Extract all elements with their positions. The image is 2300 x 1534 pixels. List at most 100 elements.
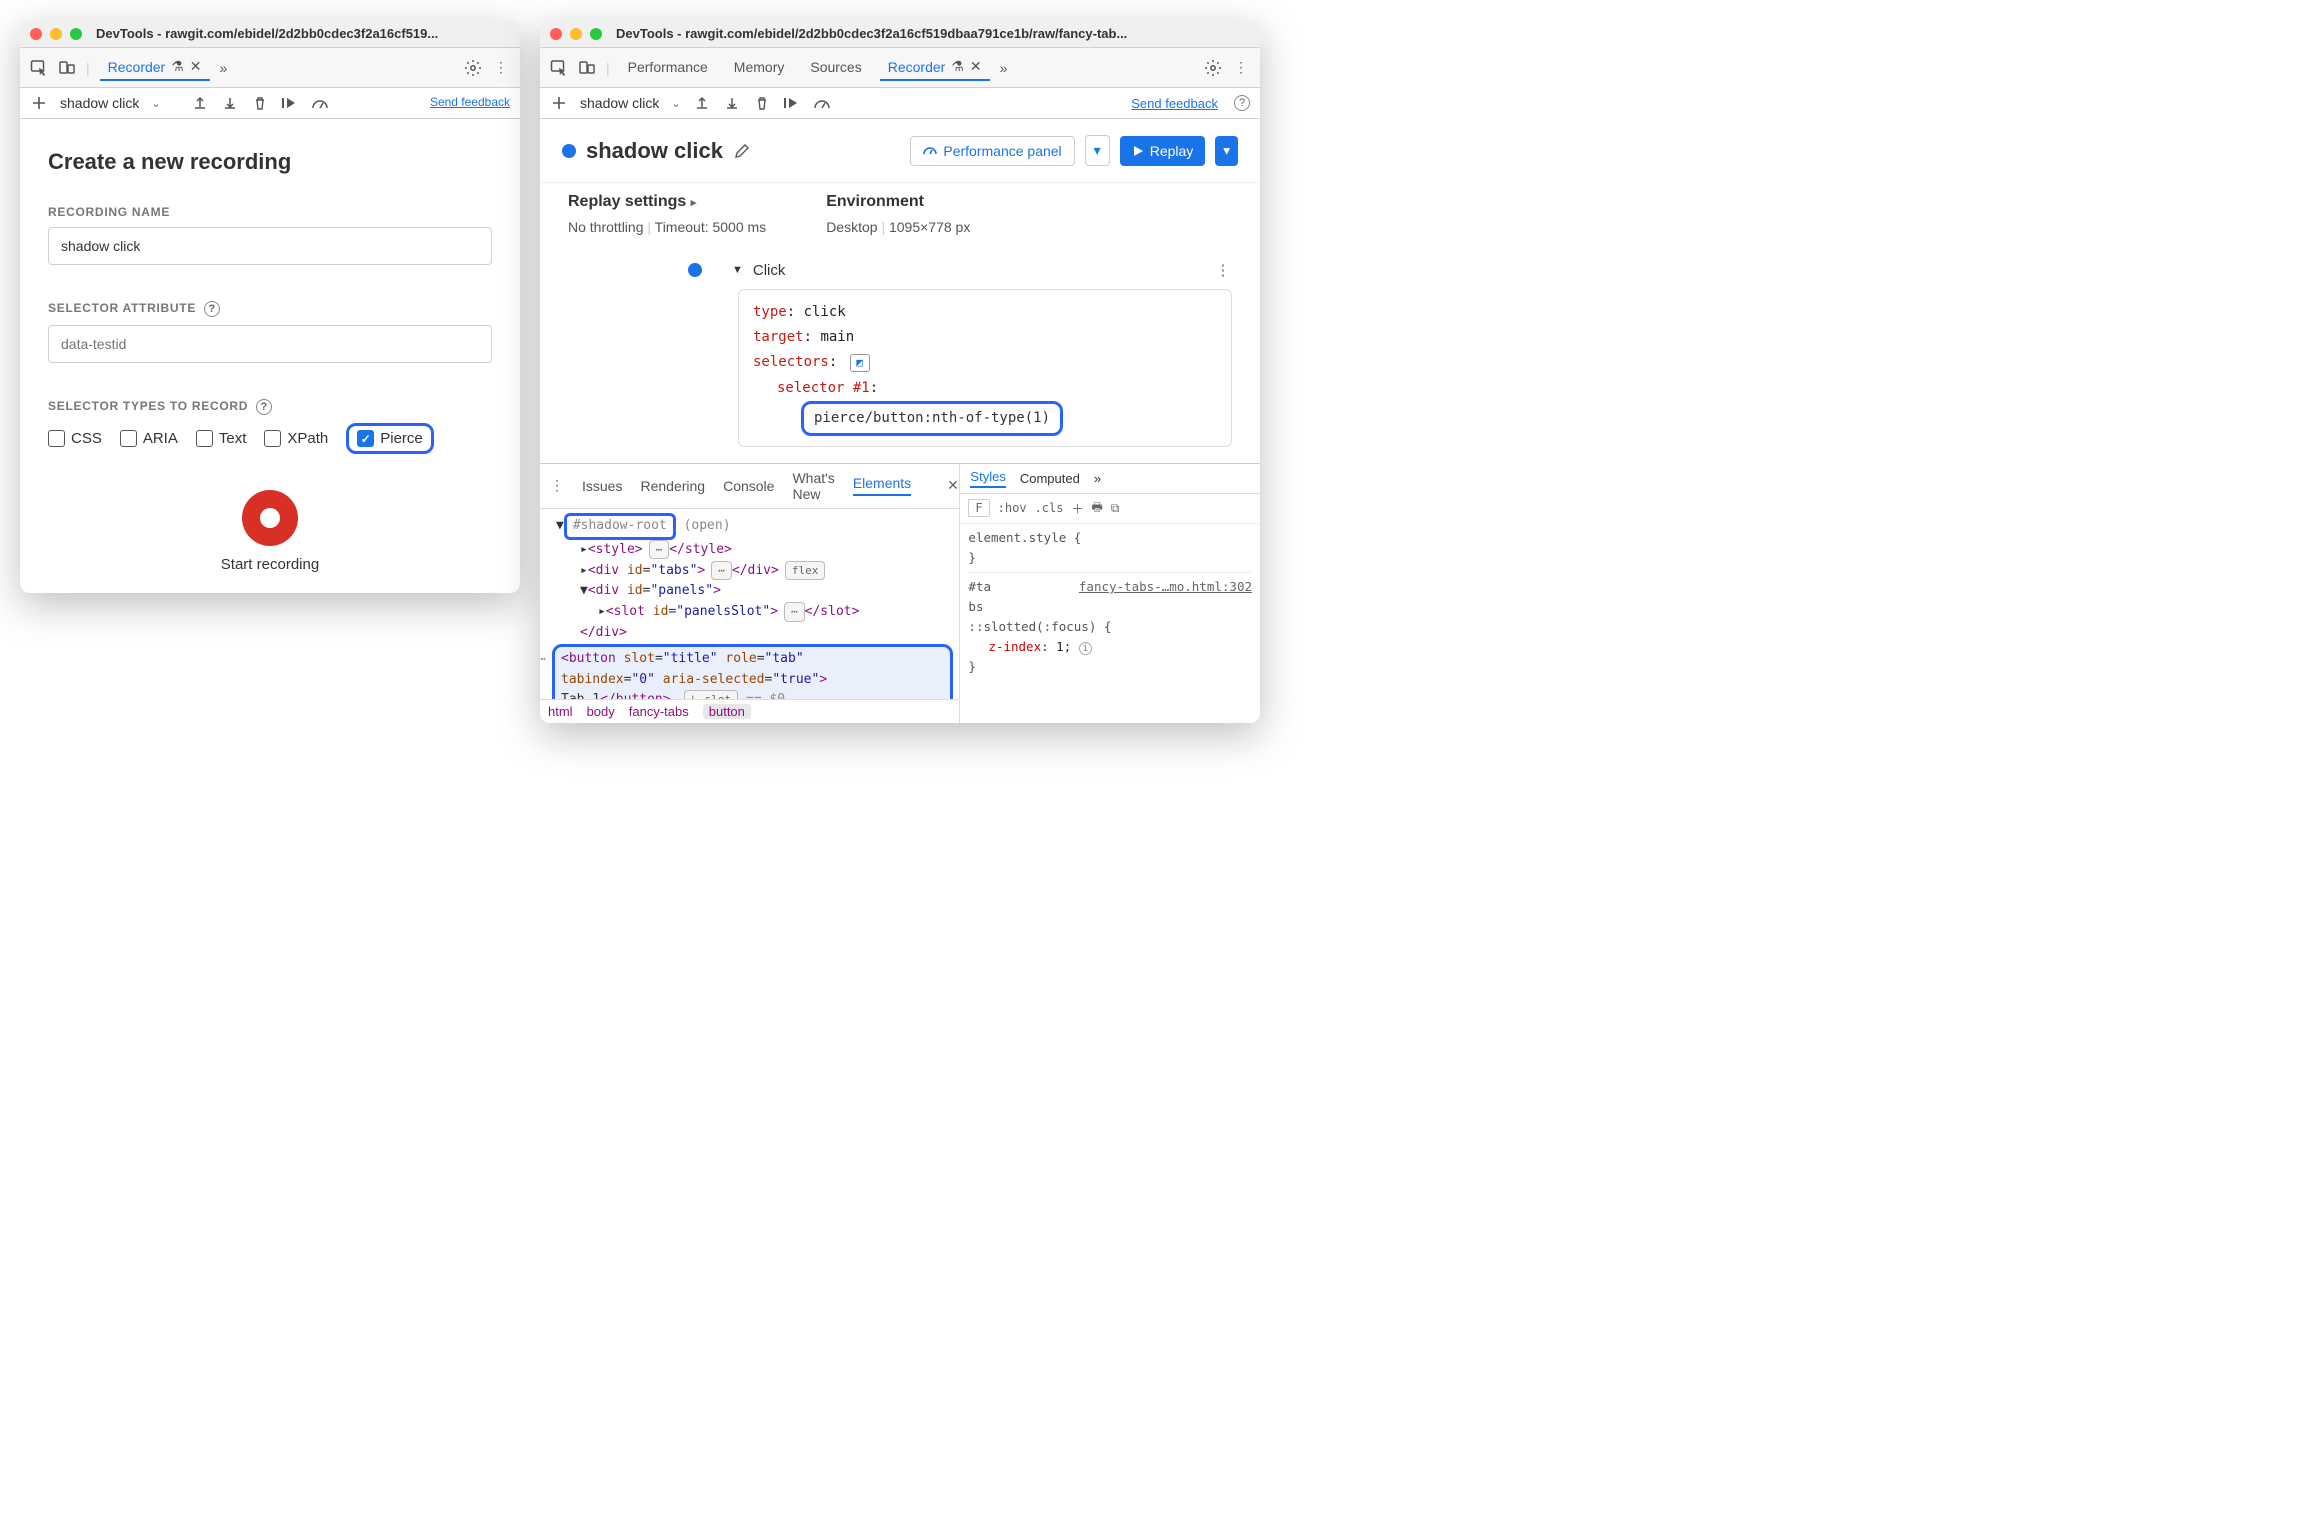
step-header[interactable]: ▼ Click ⋮ [568, 261, 1232, 279]
toggle-panel-icon[interactable]: ⧉ [1111, 501, 1120, 516]
send-feedback-link[interactable]: Send feedback [430, 96, 510, 109]
checkbox-pierce[interactable]: Pierce [357, 430, 423, 447]
more-tabs-icon[interactable]: » [220, 60, 228, 76]
close-tab-icon[interactable]: ✕ [970, 58, 982, 75]
styles-rules[interactable]: element.style { } #ta fancy-tabs-…mo.htm… [960, 524, 1260, 681]
replay-settings-heading[interactable]: Replay settings ▸ [568, 193, 766, 211]
replay-button[interactable]: Replay [1120, 136, 1206, 166]
styles-tabs: Styles Computed » [960, 464, 1260, 494]
drawer-menu-icon[interactable]: ⋮ [550, 477, 564, 494]
shadow-root-badge: #shadow-root [564, 513, 676, 540]
close-window-icon[interactable] [550, 28, 562, 40]
recording-name-input[interactable] [48, 227, 492, 265]
close-window-icon[interactable] [30, 28, 42, 40]
pierce-highlight: Pierce [346, 423, 434, 454]
close-tab-icon[interactable]: ✕ [190, 58, 202, 75]
add-recording-icon[interactable] [30, 94, 48, 112]
tab-computed[interactable]: Computed [1020, 471, 1080, 486]
new-rule-icon[interactable]: ＋ [1071, 500, 1083, 517]
selector-value-highlight[interactable]: pierce/button:nth-of-type(1) [801, 401, 1063, 436]
replay-dropdown[interactable]: ▾ [1215, 136, 1238, 166]
page-heading: Create a new recording [48, 149, 492, 175]
close-drawer-icon[interactable]: ✕ [947, 477, 959, 494]
checkbox-css[interactable]: CSS [48, 430, 102, 447]
step-menu-icon[interactable]: ⋮ [1214, 261, 1232, 279]
speed-icon[interactable] [311, 94, 329, 112]
gear-icon[interactable] [464, 59, 482, 77]
tab-rendering[interactable]: Rendering [640, 478, 705, 494]
kebab-menu-icon[interactable]: ⋮ [492, 59, 510, 76]
slot-badge[interactable]: ↳ slot [684, 690, 738, 699]
selector-types-label: SELECTOR TYPES TO RECORD ? [48, 399, 492, 415]
cls-toggle[interactable]: .cls [1035, 501, 1064, 515]
export-icon[interactable] [693, 94, 711, 112]
import-icon[interactable] [723, 94, 741, 112]
checkbox-xpath[interactable]: XPath [264, 430, 328, 447]
inspect-element-icon[interactable] [30, 59, 48, 77]
devtools-tabstrip: | Recorder ⚗ ✕ » ⋮ [20, 48, 520, 88]
kebab-menu-icon[interactable]: ⋮ [1232, 59, 1250, 76]
hov-toggle[interactable]: :hov [998, 501, 1027, 515]
device-toolbar-icon[interactable] [578, 59, 596, 77]
maximize-window-icon[interactable] [70, 28, 82, 40]
inspect-element-icon[interactable] [550, 59, 568, 77]
step-play-icon[interactable] [281, 94, 299, 112]
performance-panel-button[interactable]: Performance panel [910, 136, 1074, 166]
gear-icon[interactable] [1204, 59, 1222, 77]
more-tabs-icon[interactable]: » [1094, 471, 1101, 486]
tab-recorder[interactable]: Recorder ⚗ ✕ [880, 54, 990, 81]
crumb-fancy-tabs[interactable]: fancy-tabs [629, 704, 689, 719]
more-tabs-icon[interactable]: » [1000, 60, 1008, 76]
add-recording-icon[interactable] [550, 94, 568, 112]
crumb-body[interactable]: body [587, 704, 615, 719]
step-panel: ▼ Click ⋮ type: click target: main selec… [540, 255, 1260, 463]
selector-attribute-section: SELECTOR ATTRIBUTE ? [48, 301, 492, 363]
minimize-window-icon[interactable] [50, 28, 62, 40]
replay-settings-panel: Replay settings ▸ No throttling | Timeou… [540, 182, 1260, 255]
recording-title: shadow click [586, 138, 723, 164]
recording-dropdown-icon[interactable]: ⌄ [151, 97, 160, 110]
filter-input[interactable]: F [968, 499, 989, 517]
pick-selector-icon[interactable]: ◩ [850, 354, 870, 372]
performance-panel-dropdown[interactable]: ▾ [1085, 135, 1110, 166]
send-feedback-link[interactable]: Send feedback [1131, 96, 1218, 111]
checkbox-text[interactable]: Text [196, 430, 247, 447]
export-icon[interactable] [191, 94, 209, 112]
selector-attribute-input[interactable] [48, 325, 492, 363]
edit-icon[interactable] [733, 142, 751, 160]
speed-icon[interactable] [813, 94, 831, 112]
source-link[interactable]: fancy-tabs-…mo.html:302 [1079, 577, 1252, 597]
tab-memory[interactable]: Memory [726, 55, 793, 81]
tab-styles[interactable]: Styles [970, 469, 1005, 488]
delete-icon[interactable] [251, 94, 269, 112]
titlebar: DevTools - rawgit.com/ebidel/2d2bb0cdec3… [540, 20, 1260, 48]
tab-elements[interactable]: Elements [853, 475, 911, 496]
print-icon[interactable]: 🖶 [1091, 498, 1102, 519]
minimize-window-icon[interactable] [570, 28, 582, 40]
tab-whats-new[interactable]: What's New [792, 470, 834, 502]
step-play-icon[interactable] [783, 94, 801, 112]
styles-toolbar: F :hov .cls ＋ 🖶 ⧉ [960, 494, 1260, 524]
help-icon[interactable]: ? [256, 399, 272, 415]
delete-icon[interactable] [753, 94, 771, 112]
device-toolbar-icon[interactable] [58, 59, 76, 77]
devtools-window-left: DevTools - rawgit.com/ebidel/2d2bb0cdec3… [20, 20, 520, 593]
import-icon[interactable] [221, 94, 239, 112]
crumb-button[interactable]: button [703, 704, 751, 719]
recording-status-dot [562, 144, 576, 158]
titlebar: DevTools - rawgit.com/ebidel/2d2bb0cdec3… [20, 20, 520, 48]
tab-console[interactable]: Console [723, 478, 774, 494]
help-icon[interactable]: ? [204, 301, 220, 317]
crumb-html[interactable]: html [548, 704, 573, 719]
help-icon[interactable]: ? [1234, 95, 1250, 111]
tab-sources[interactable]: Sources [802, 55, 869, 81]
tab-recorder[interactable]: Recorder ⚗ ✕ [100, 54, 210, 81]
tab-performance[interactable]: Performance [620, 55, 716, 81]
maximize-window-icon[interactable] [590, 28, 602, 40]
breadcrumb[interactable]: html body fancy-tabs button [540, 699, 959, 723]
checkbox-aria[interactable]: ARIA [120, 430, 178, 447]
start-recording-button[interactable] [242, 490, 298, 546]
dom-tree[interactable]: ▼#shadow-root (open) ▸<style>⋯</style> ▸… [540, 509, 959, 699]
tab-issues[interactable]: Issues [582, 478, 622, 494]
recording-dropdown-icon[interactable]: ⌄ [671, 97, 680, 110]
